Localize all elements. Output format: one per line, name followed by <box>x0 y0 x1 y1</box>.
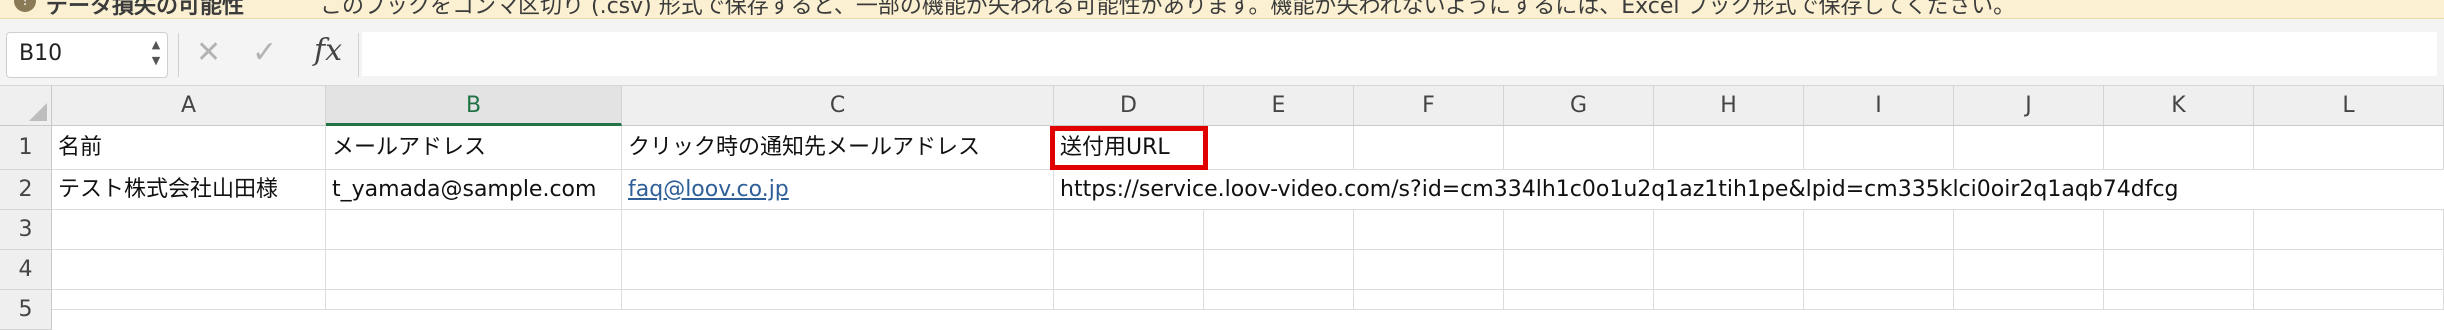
cell-d5[interactable] <box>1054 290 1204 310</box>
cell-j1[interactable] <box>1954 126 2104 170</box>
cell-g3[interactable] <box>1504 210 1654 250</box>
cell-c1[interactable]: クリック時の通知先メールアドレス <box>622 126 1054 170</box>
cell-l5[interactable] <box>2254 290 2444 310</box>
formula-input[interactable] <box>362 32 2437 76</box>
row-header-4[interactable]: 4 <box>0 250 52 290</box>
cell-h3[interactable] <box>1654 210 1804 250</box>
data-loss-warning-bar: ! データ損失の可能性 このブックをコンマ区切り (.csv) 形式で保存すると… <box>0 0 2444 19</box>
cell-e5[interactable] <box>1204 290 1354 310</box>
column-header-f[interactable]: F <box>1354 86 1504 126</box>
cell-a5[interactable] <box>52 290 326 310</box>
cell-i5[interactable] <box>1804 290 1954 310</box>
column-header-j[interactable]: J <box>1954 86 2104 126</box>
cell-b4[interactable] <box>326 250 622 290</box>
row-header-5[interactable]: 5 <box>0 290 52 330</box>
notification-email-link[interactable]: faq@loov.co.jp <box>628 177 789 202</box>
cell-c5[interactable] <box>622 290 1054 310</box>
column-header-g[interactable]: G <box>1504 86 1654 126</box>
cell-g1[interactable] <box>1504 126 1654 170</box>
cell-i4[interactable] <box>1804 250 1954 290</box>
column-header-c[interactable]: C <box>622 86 1054 126</box>
cell-b3[interactable] <box>326 210 622 250</box>
warning-icon: ! <box>14 0 36 12</box>
cell-e1[interactable] <box>1204 126 1354 170</box>
name-box-value: B10 <box>19 41 63 66</box>
cell-k5[interactable] <box>2104 290 2254 310</box>
cell-a4[interactable] <box>52 250 326 290</box>
cell-c2[interactable]: faq@loov.co.jp <box>622 170 1054 210</box>
cell-k3[interactable] <box>2104 210 2254 250</box>
cell-l3[interactable] <box>2254 210 2444 250</box>
checkmark-icon[interactable]: ✓ <box>252 35 277 71</box>
cell-j5[interactable] <box>1954 290 2104 310</box>
spreadsheet-grid: A B C D E F G H I J K L 1 2 3 4 5 名前 メール… <box>0 86 2444 330</box>
column-header-e[interactable]: E <box>1204 86 1354 126</box>
cell-k4[interactable] <box>2104 250 2254 290</box>
cell-c4[interactable] <box>622 250 1054 290</box>
cell-f4[interactable] <box>1354 250 1504 290</box>
cell-a2[interactable]: テスト株式会社山田様 <box>52 170 326 210</box>
cell-f1[interactable] <box>1354 126 1504 170</box>
cell-e3[interactable] <box>1204 210 1354 250</box>
cell-l1[interactable] <box>2254 126 2444 170</box>
cell-g5[interactable] <box>1504 290 1654 310</box>
cell-f3[interactable] <box>1354 210 1504 250</box>
column-header-d[interactable]: D <box>1054 86 1204 126</box>
cell-i3[interactable] <box>1804 210 1954 250</box>
select-all-button[interactable] <box>0 86 52 126</box>
cell-b1[interactable]: メールアドレス <box>326 126 622 170</box>
highlight-box <box>1050 126 1208 170</box>
warning-title: データ損失の可能性 <box>46 0 245 19</box>
name-box[interactable]: B10 ▲ ▼ <box>6 32 168 78</box>
row-header-2[interactable]: 2 <box>0 170 52 210</box>
insert-function-button[interactable]: fx <box>314 33 342 68</box>
cell-h5[interactable] <box>1654 290 1804 310</box>
cell-c3[interactable] <box>622 210 1054 250</box>
cell-d4[interactable] <box>1054 250 1204 290</box>
column-header-i[interactable]: I <box>1804 86 1954 126</box>
column-header-b[interactable]: B <box>326 86 622 126</box>
select-all-icon <box>29 103 47 121</box>
warning-message: このブックをコンマ区切り (.csv) 形式で保存すると、一部の機能が失われる可… <box>320 0 2016 19</box>
cell-e4[interactable] <box>1204 250 1354 290</box>
cell-f5[interactable] <box>1354 290 1504 310</box>
row-header-1[interactable]: 1 <box>0 126 52 170</box>
cell-l4[interactable] <box>2254 250 2444 290</box>
cell-d3[interactable] <box>1054 210 1204 250</box>
formula-bar: B10 ▲ ▼ ✕ ✓ fx <box>0 19 2444 86</box>
cell-g4[interactable] <box>1504 250 1654 290</box>
cell-j3[interactable] <box>1954 210 2104 250</box>
cell-b2[interactable]: t_yamada@sample.com <box>326 170 622 210</box>
cell-h4[interactable] <box>1654 250 1804 290</box>
name-box-stepper-icon[interactable]: ▲ ▼ <box>149 37 163 73</box>
divider <box>178 33 179 77</box>
cell-i1[interactable] <box>1804 126 1954 170</box>
cell-a1[interactable]: 名前 <box>52 126 326 170</box>
row-header-3[interactable]: 3 <box>0 210 52 250</box>
column-header-h[interactable]: H <box>1654 86 1804 126</box>
cell-k1[interactable] <box>2104 126 2254 170</box>
cell-a3[interactable] <box>52 210 326 250</box>
column-header-l[interactable]: L <box>2254 86 2444 126</box>
cell-b5[interactable] <box>326 290 622 310</box>
cell-j4[interactable] <box>1954 250 2104 290</box>
cell-d2[interactable]: https://service.loov-video.com/s?id=cm33… <box>1054 170 2444 210</box>
divider <box>358 33 359 77</box>
cell-h1[interactable] <box>1654 126 1804 170</box>
column-header-a[interactable]: A <box>52 86 326 126</box>
column-header-k[interactable]: K <box>2104 86 2254 126</box>
cancel-icon[interactable]: ✕ <box>196 35 221 71</box>
